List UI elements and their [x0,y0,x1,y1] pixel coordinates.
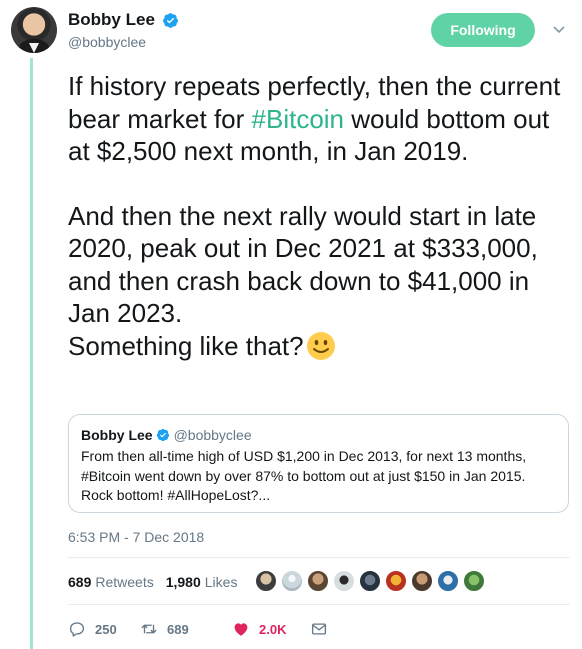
author-handle[interactable]: @bobbyclee [68,34,179,50]
likes-stat[interactable]: 1,980 Likes [166,574,238,590]
tweet-paragraph-1: If history repeats perfectly, then the c… [68,70,573,168]
retweet-count: 689 [167,621,189,637]
quoted-tweet-text: From then all-time high of USD $1,200 in… [81,448,527,503]
liker-avatar[interactable] [411,570,433,592]
direct-message-button[interactable] [310,620,328,638]
tweet-timestamp[interactable]: 6:53 PM - 7 Dec 2018 [68,529,204,545]
tweet-author[interactable]: Bobby Lee @bobbyclee [68,10,179,50]
liker-avatar[interactable] [307,570,329,592]
liker-avatars [255,570,489,592]
likes-stat-label: Likes [204,574,238,590]
likes-stat-count: 1,980 [165,574,201,590]
hashtag-bitcoin-link[interactable]: #Bitcoin [252,104,345,134]
divider [68,604,570,605]
tweet-actions: 250 689 2.0K [68,618,328,640]
liker-avatar[interactable] [255,570,277,592]
retweets-stat[interactable]: 689 Retweets [68,574,154,590]
liker-avatar[interactable] [437,570,459,592]
thread-line [30,58,33,649]
direct-message-icon [311,623,327,635]
quoted-tweet-header: Bobby Lee @bobbyclee [81,427,556,443]
reply-count: 250 [95,621,117,637]
quoted-author-name: Bobby Lee [81,427,153,443]
verified-badge-icon [156,428,169,442]
liker-avatar[interactable] [385,570,407,592]
verified-badge-icon [163,12,179,28]
heart-icon [234,623,248,636]
retweet-button[interactable]: 689 [140,620,232,638]
liker-avatar[interactable] [359,570,381,592]
quoted-tweet[interactable]: Bobby Lee @bobbyclee From then all-time … [68,414,569,513]
following-button[interactable]: Following [431,13,535,47]
author-name[interactable]: Bobby Lee [68,10,155,30]
tweet-paragraph-3: Something like that? [68,330,573,363]
liker-avatar[interactable] [463,570,485,592]
chevron-down-icon[interactable] [552,24,566,36]
tweet-stats: 689 Retweets 1,980 Likes [68,571,249,593]
retweet-icon [141,624,157,634]
liker-avatar[interactable] [281,570,303,592]
reply-button[interactable]: 250 [68,620,140,638]
like-count: 2.0K [259,621,287,637]
retweets-stat-count: 689 [68,574,92,590]
retweets-stat-label: Retweets [95,574,154,590]
tweet-paragraph-2: And then the next rally would start in l… [68,200,538,329]
reply-icon [69,622,85,637]
quoted-author-handle: @bobbyclee [173,427,252,443]
divider [68,557,570,558]
tweet-text: If history repeats perfectly, then the c… [68,70,573,362]
liker-avatar[interactable] [333,570,355,592]
like-button[interactable]: 2.0K [232,620,310,638]
smiley-emoji-icon [306,331,335,360]
avatar[interactable] [11,7,57,53]
tweet-text-part: Something like that? [68,330,304,361]
